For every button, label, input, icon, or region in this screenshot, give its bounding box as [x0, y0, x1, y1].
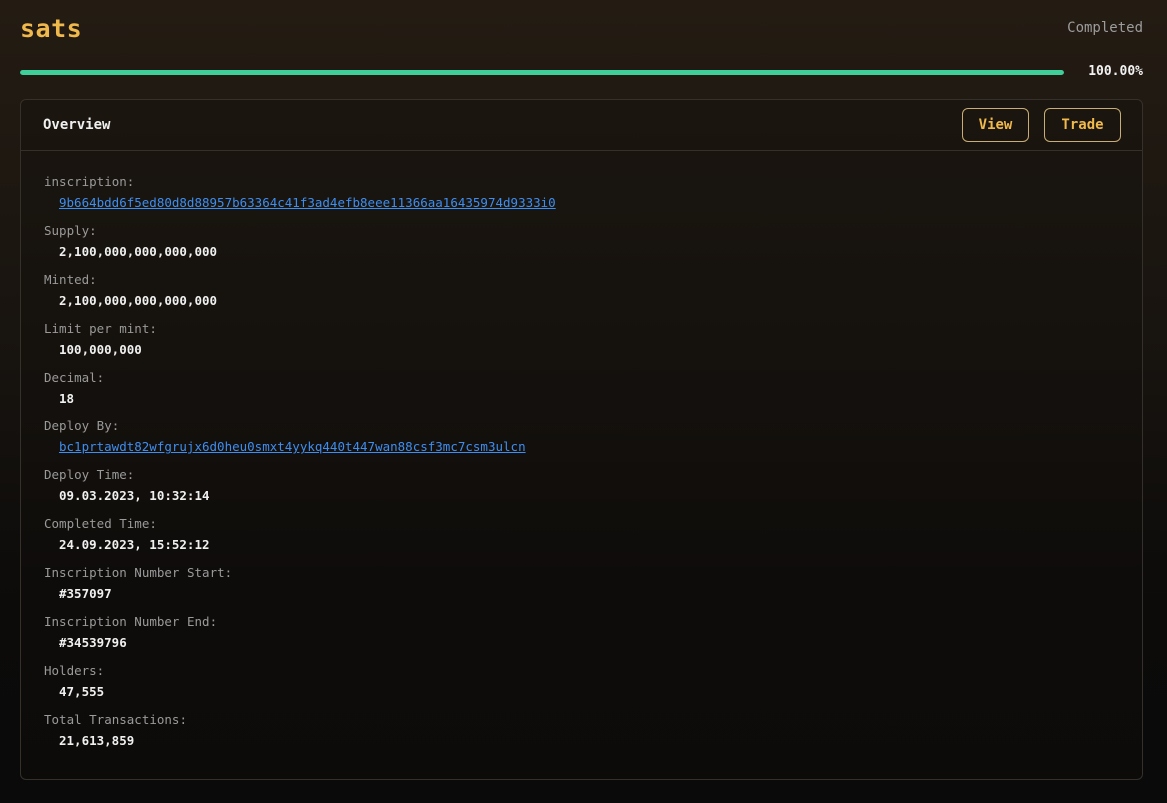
trade-button[interactable]: Trade	[1044, 108, 1121, 142]
field-inscription: inscription: 9b664bdd6f5ed80d8d88957b633…	[44, 173, 1142, 222]
overview-details: inscription: 9b664bdd6f5ed80d8d88957b633…	[21, 151, 1142, 760]
status-text: Completed	[1067, 20, 1143, 36]
progress-fill	[20, 70, 1064, 75]
field-label: Deploy By:	[44, 418, 120, 434]
field-value: 24.09.2023, 15:52:12	[59, 537, 210, 553]
field-value: #357097	[59, 586, 112, 602]
field-label: Inscription Number Start:	[44, 565, 233, 581]
field-value: 21,613,859	[59, 732, 135, 748]
field-label: Minted:	[44, 271, 97, 287]
view-button[interactable]: View	[962, 108, 1029, 142]
field-label: Inscription Number End:	[44, 614, 218, 630]
field-value: 100,000,000	[59, 341, 142, 357]
field-label: Total Transactions:	[44, 711, 187, 727]
field-value: 2,100,000,000,000,000	[59, 243, 218, 259]
deployer-address-link[interactable]: bc1prtawdt82wfgrujx6d0heu0smxt4yykq440t4…	[59, 439, 526, 454]
field-label: Completed Time:	[44, 516, 157, 532]
field-value: #34539796	[59, 635, 127, 651]
mint-progress: 100.00%	[20, 63, 1143, 83]
page-header: sats Completed	[20, 14, 1143, 50]
inscription-link[interactable]: 9b664bdd6f5ed80d8d88957b63364c41f3ad4efb…	[59, 195, 556, 210]
field-inscription-number-start: Inscription Number Start: #357097	[44, 564, 1142, 613]
progress-percent: 100.00%	[1088, 64, 1143, 79]
field-deploy-by: Deploy By: bc1prtawdt82wfgrujx6d0heu0smx…	[44, 417, 1142, 466]
field-deploy-time: Deploy Time: 09.03.2023, 10:32:14	[44, 466, 1142, 515]
field-label: Holders:	[44, 662, 105, 678]
card-header: Overview View Trade	[21, 100, 1142, 151]
field-label: inscription:	[44, 174, 135, 189]
field-total-transactions: Total Transactions: 21,613,859	[44, 711, 1142, 760]
field-value: 47,555	[59, 683, 105, 699]
card-title: Overview	[43, 117, 111, 133]
field-minted: Minted: 2,100,000,000,000,000	[44, 271, 1142, 320]
field-value: 18	[59, 390, 75, 406]
field-label: Supply:	[44, 222, 97, 238]
field-supply: Supply: 2,100,000,000,000,000	[44, 222, 1142, 271]
progress-track	[20, 70, 1064, 75]
overview-card: Overview View Trade inscription: 9b664bd…	[20, 99, 1143, 780]
field-decimal: Decimal: 18	[44, 369, 1142, 418]
field-label: Decimal:	[44, 369, 105, 385]
field-limit-per-mint: Limit per mint: 100,000,000	[44, 320, 1142, 369]
field-label: Limit per mint:	[44, 320, 157, 336]
field-inscription-number-end: Inscription Number End: #34539796	[44, 613, 1142, 662]
field-label: Deploy Time:	[44, 467, 135, 483]
token-title: sats	[20, 14, 83, 43]
field-value: 2,100,000,000,000,000	[59, 292, 218, 308]
field-holders: Holders: 47,555	[44, 662, 1142, 711]
field-value: 09.03.2023, 10:32:14	[59, 488, 210, 504]
field-completed-time: Completed Time: 24.09.2023, 15:52:12	[44, 515, 1142, 564]
